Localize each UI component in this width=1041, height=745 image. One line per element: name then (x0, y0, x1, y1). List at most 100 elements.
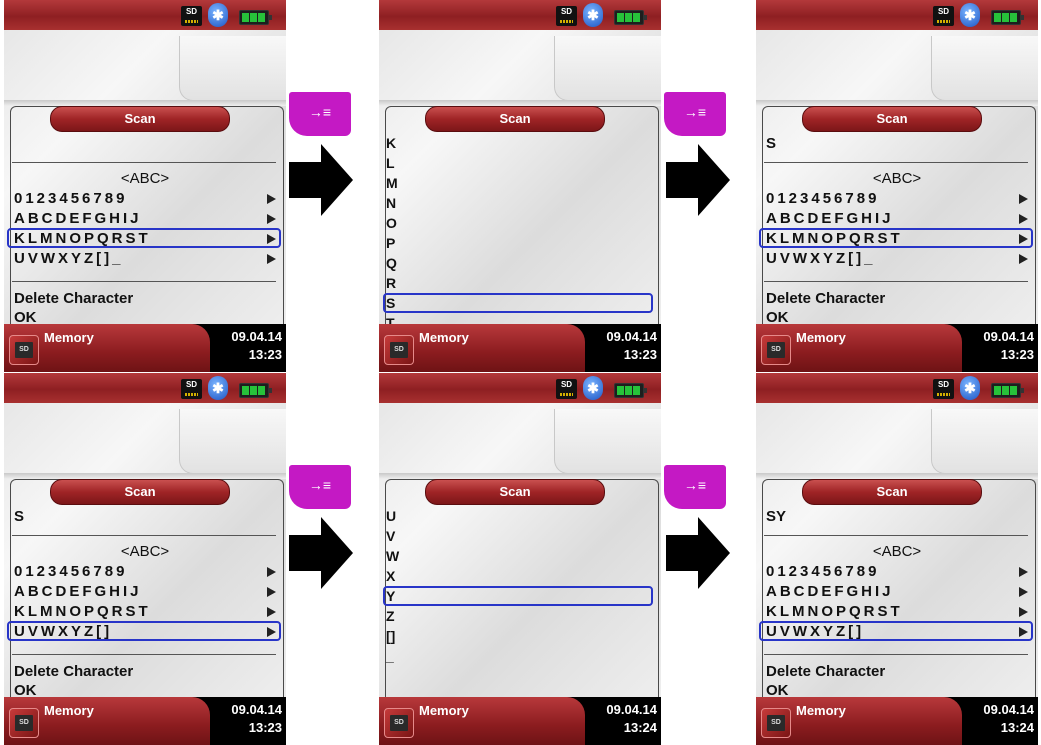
battery-cell (1010, 13, 1017, 22)
charset-header: <ABC> (872, 543, 922, 560)
char-row[interactable]: ABCDEFGHIJ (14, 582, 280, 602)
char-row-label: 0123456789 (766, 190, 880, 207)
battery-cell (617, 386, 624, 395)
battery-cell (633, 13, 640, 22)
bluetooth-icon: ✱ (583, 3, 603, 27)
sd-card-icon: SD (181, 6, 202, 26)
char-row[interactable]: KLMNOPQRST (766, 602, 1032, 622)
bluetooth-icon: ✱ (583, 376, 603, 400)
letter-item[interactable]: R (386, 275, 404, 295)
memory-softkey[interactable]: SD Memory (4, 324, 210, 372)
memory-label: Memory (44, 330, 94, 345)
char-row-label: ABCDEFGHIJ (14, 210, 142, 227)
memory-icon: SD (9, 708, 39, 738)
char-row[interactable]: ABCDEFGHIJ (14, 209, 280, 229)
time-display: 13:23 (248, 720, 282, 735)
battery-cell (1010, 386, 1017, 395)
letter-item[interactable]: _ (386, 648, 404, 668)
selection-highlight (7, 621, 281, 641)
divider (12, 162, 276, 163)
status-bar: SD ✱ (756, 373, 1038, 403)
folder-tab (554, 409, 661, 474)
battery-cell (625, 13, 632, 22)
char-row-label: KLMNOPQRST (14, 603, 151, 620)
arrow-right-icon (267, 607, 276, 617)
delete-character-item[interactable]: Delete Character (14, 663, 133, 680)
bluetooth-icon: ✱ (208, 376, 228, 400)
memory-softkey[interactable]: SD Memory (756, 697, 962, 745)
letter-item[interactable]: M (386, 175, 404, 195)
letter-item[interactable]: O (386, 215, 404, 235)
date-display: 09.04.14 (231, 329, 282, 344)
memory-icon: SD (384, 335, 414, 365)
memory-icon-label: SD (15, 715, 33, 731)
char-row-label: ABCDEFGHIJ (766, 583, 894, 600)
memory-softkey[interactable]: SD Memory (4, 697, 210, 745)
arrow-right-icon (1019, 587, 1028, 597)
footer-bar: SD Memory 09.04.14 13:24 (379, 697, 661, 745)
letter-item[interactable]: Z (386, 608, 404, 628)
device-screen-4: SD ✱ Scan S <ABC> 0123456789 ABCDEFGHIJ KLMNOPQ… (4, 373, 286, 745)
date-display: 09.04.14 (983, 329, 1034, 344)
char-row[interactable]: UVWXYZ[]_ (766, 249, 1032, 269)
divider (12, 654, 276, 655)
char-row[interactable]: 0123456789 (766, 562, 1032, 582)
letter-item[interactable]: K (386, 135, 404, 155)
char-row-label: UVWXYZ[]_ (766, 250, 876, 267)
arrow-right-icon (267, 587, 276, 597)
date-display: 09.04.14 (983, 702, 1034, 717)
letter-item[interactable]: N (386, 195, 404, 215)
divider (764, 162, 1028, 163)
screen-title: Scan (50, 479, 230, 505)
enter-key-icon: →≡ (289, 92, 351, 136)
battery-cell (242, 386, 249, 395)
delete-character-item[interactable]: Delete Character (766, 290, 885, 307)
battery-cell (242, 13, 249, 22)
bluetooth-icon: ✱ (208, 3, 228, 27)
arrow-right-icon (1019, 607, 1028, 617)
memory-icon-label: SD (15, 342, 33, 358)
char-row[interactable]: 0123456789 (766, 189, 1032, 209)
letter-item[interactable]: V (386, 528, 404, 548)
battery-cell (258, 386, 265, 395)
flow-arrow-icon (666, 144, 730, 216)
arrow-right-icon (1019, 194, 1028, 204)
date-display: 09.04.14 (606, 329, 657, 344)
footer-bar: SD Memory 09.04.14 13:23 (4, 324, 286, 372)
memory-icon-label: SD (390, 715, 408, 731)
char-row[interactable]: ABCDEFGHIJ (766, 209, 1032, 229)
battery-cell (633, 386, 640, 395)
flow-arrow-icon (289, 144, 353, 216)
char-row[interactable]: UVWXYZ[]_ (14, 249, 280, 269)
status-bar: SD ✱ (379, 373, 661, 403)
letter-item[interactable]: [] (386, 628, 404, 648)
delete-character-item[interactable]: Delete Character (14, 290, 133, 307)
letter-item[interactable]: Q (386, 255, 404, 275)
memory-icon: SD (761, 335, 791, 365)
char-row[interactable]: ABCDEFGHIJ (766, 582, 1032, 602)
letter-item[interactable]: W (386, 548, 404, 568)
letter-item[interactable]: P (386, 235, 404, 255)
sd-card-icon: SD (181, 379, 202, 399)
memory-icon-label: SD (390, 342, 408, 358)
letter-item[interactable]: L (386, 155, 404, 175)
selection-highlight (383, 586, 653, 606)
battery-cell (1002, 386, 1009, 395)
memory-softkey[interactable]: SD Memory (379, 324, 585, 372)
divider (764, 535, 1028, 536)
screen-title: Scan (425, 479, 605, 505)
folder-tab (554, 36, 661, 101)
battery-cell (250, 386, 257, 395)
char-row[interactable]: 0123456789 (14, 189, 280, 209)
letter-item[interactable]: U (386, 508, 404, 528)
letter-item[interactable]: X (386, 568, 404, 588)
memory-softkey[interactable]: SD Memory (756, 324, 962, 372)
battery-icon (239, 10, 272, 25)
selection-highlight (383, 293, 653, 313)
char-row[interactable]: KLMNOPQRST (14, 602, 280, 622)
delete-character-item[interactable]: Delete Character (766, 663, 885, 680)
memory-softkey[interactable]: SD Memory (379, 697, 585, 745)
char-row[interactable]: 0123456789 (14, 562, 280, 582)
selection-highlight (7, 228, 281, 248)
device-screen-2: SD ✱ Scan K L M N O P Q R S T SD Memory 09.04.14 13:23 (379, 0, 661, 372)
